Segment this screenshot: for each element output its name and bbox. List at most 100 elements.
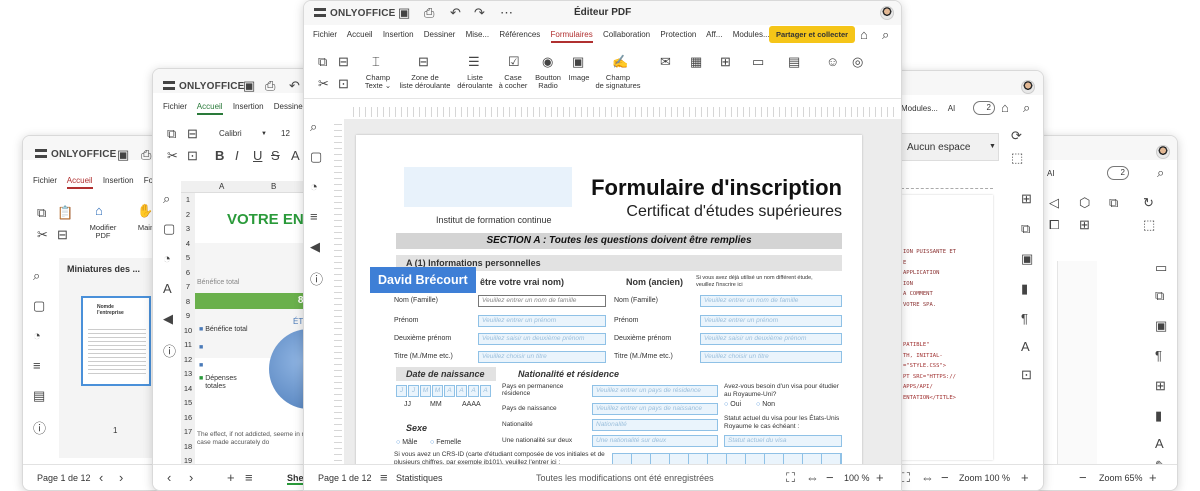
underline-icon[interactable]: U — [253, 149, 262, 162]
shape-icon[interactable]: ⧉ — [1021, 221, 1030, 237]
cut-icon[interactable]: ✂ — [167, 149, 178, 162]
dropdown-list-button[interactable]: Liste déroulante — [452, 74, 498, 90]
font-size-select[interactable]: 12 — [281, 129, 290, 138]
add-sheet-icon[interactable]: + — [227, 471, 235, 484]
chart-icon[interactable]: ▮ — [1021, 281, 1028, 297]
table-icon[interactable]: ⊞ — [1155, 378, 1166, 394]
fit-width-icon[interactable]: ⇔ — [806, 471, 819, 484]
menu-fichier[interactable]: Fichier — [313, 30, 337, 39]
paste-icon[interactable]: 📋 — [57, 206, 73, 219]
redo-icon[interactable]: ↷ — [474, 6, 485, 19]
arrange-icon[interactable]: ⧉ — [1109, 196, 1118, 209]
zoom-in-icon[interactable]: + — [1149, 471, 1157, 484]
spellcheck-icon[interactable]: A — [163, 281, 172, 296]
comments-icon[interactable]: ▢ — [33, 298, 45, 314]
menu-insertion[interactable]: Insertion — [103, 176, 134, 185]
radio-button-icon[interactable]: ◉ — [542, 55, 553, 68]
signature-field-icon[interactable]: ✍ — [612, 55, 628, 68]
old-first-name-input[interactable]: Veuillez entrer un prénom — [700, 315, 842, 327]
select-all-icon[interactable]: ⬚ — [1143, 218, 1155, 231]
menu-insertion[interactable]: Insertion — [233, 102, 264, 111]
zoom-out-icon[interactable]: − — [826, 471, 834, 484]
search-icon[interactable]: ⌕ — [33, 268, 40, 284]
select-icon[interactable]: ◁ — [1049, 196, 1059, 209]
visa-status-input[interactable]: Statut actuel du visa — [724, 435, 842, 447]
paste-icon[interactable]: ⊟ — [187, 127, 198, 140]
open-location-icon[interactable]: ⌂ — [860, 28, 868, 41]
fit-page-icon[interactable]: ⛶ — [786, 471, 795, 484]
search-icon[interactable]: ⌕ — [163, 191, 170, 207]
navigation-icon[interactable]: ≡ — [310, 209, 318, 224]
chart-icon[interactable]: ▮ — [1155, 408, 1162, 424]
mail-merge-icon[interactable]: ⊡ — [1021, 367, 1032, 383]
coeditors-indicator[interactable]: 2 — [1107, 166, 1129, 180]
menu-ai[interactable]: AI — [948, 104, 956, 113]
sex-female-radio[interactable]: ○ Femelle — [430, 439, 461, 446]
menu-dessiner[interactable]: Dessiner — [424, 30, 456, 39]
info-icon[interactable]: ⓘ — [310, 269, 323, 288]
page-indicator[interactable]: Page 1 de 12 — [318, 473, 372, 483]
first-name-input[interactable]: Veuillez entrer un prénom — [478, 315, 606, 327]
prev-sheet-icon[interactable]: ‹ — [167, 471, 171, 484]
thumbnails-icon[interactable]: ▤ — [33, 388, 45, 404]
menu-dessiner[interactable]: Dessiner — [274, 102, 306, 111]
image-icon[interactable]: ▣ — [1021, 251, 1033, 267]
save-icon[interactable]: ▣ — [117, 148, 129, 161]
bold-icon[interactable]: B — [215, 149, 224, 162]
info-icon[interactable]: ⓘ — [33, 418, 46, 437]
date-icon[interactable]: ▦ — [690, 55, 702, 68]
menu-insertion[interactable]: Insertion — [383, 30, 414, 39]
format-painter-icon[interactable]: ⊡ — [338, 77, 349, 90]
chat-icon[interactable]: ◔ — [33, 328, 41, 343]
format-painter-icon[interactable]: ⊡ — [187, 149, 198, 162]
save-icon[interactable]: ▣ — [398, 6, 410, 19]
paragraph-icon[interactable]: ¶ — [1021, 311, 1028, 326]
menu-affichage[interactable]: Aff... — [706, 30, 722, 39]
menu-collaboration[interactable]: Collaboration — [603, 30, 650, 39]
zip-icon[interactable]: ⊞ — [720, 55, 731, 68]
column-header[interactable]: B — [271, 182, 276, 191]
sex-male-radio[interactable]: ○ Mâle — [396, 439, 417, 446]
menu-modules[interactable]: Modules... — [901, 104, 938, 113]
menu-accueil[interactable]: Accueil — [66, 176, 93, 189]
view-form-icon[interactable]: ◎ — [852, 55, 863, 68]
menu-references[interactable]: Références — [499, 30, 540, 39]
zoom-in-icon[interactable]: + — [1021, 471, 1029, 484]
copy-style-icon[interactable]: ⟳ — [1011, 129, 1022, 142]
format-painter-icon[interactable]: ⊟ — [57, 228, 68, 241]
open-location-icon[interactable]: ⌂ — [1001, 101, 1009, 114]
page-indicator[interactable]: Page 1 de 12 — [37, 473, 91, 483]
print-icon[interactable]: ⎙ — [424, 6, 434, 19]
slide-icon[interactable]: ▭ — [1155, 260, 1167, 276]
search-icon[interactable]: ⌕ — [1023, 101, 1030, 114]
credit-card-icon[interactable]: ▭ — [752, 55, 764, 68]
print-icon[interactable]: ⎙ — [141, 148, 151, 161]
radio-button-button[interactable]: Boutton Radio — [530, 74, 566, 90]
search-icon[interactable]: ⌕ — [882, 28, 889, 41]
residence-input[interactable]: Veuillez entrer un pays de résidence — [592, 385, 718, 397]
menu-modules[interactable]: Modules... — [733, 30, 770, 39]
old-last-name-input[interactable]: Veuillez entrer un nom de famille — [700, 295, 842, 307]
more-icon[interactable]: ⋯ — [500, 6, 513, 19]
old-middle-name-input[interactable]: Veuillez saisir un deuxième prénom — [700, 333, 842, 345]
info-icon[interactable]: ⓘ — [163, 341, 176, 360]
menu-formulaires[interactable]: Formulaires — [550, 30, 593, 43]
text-art-icon[interactable]: A — [1155, 436, 1164, 451]
statistics-label[interactable]: Statistiques — [396, 473, 443, 483]
next-page-icon[interactable]: › — [119, 471, 123, 484]
copy-icon[interactable]: ⧉ — [167, 127, 176, 140]
prev-page-icon[interactable]: ‹ — [99, 471, 103, 484]
column-header[interactable]: A — [219, 182, 224, 191]
menu-fichier[interactable]: Fichier — [163, 102, 187, 111]
modify-pdf-icon[interactable]: ⌂ — [95, 204, 103, 217]
birth-country-input[interactable]: Veuillez entrer un pays de naissance — [592, 403, 718, 415]
visa-yes-radio[interactable]: ○ Oui — [724, 401, 741, 408]
email-icon[interactable]: ✉ — [660, 55, 671, 68]
comments-icon[interactable]: ▢ — [310, 149, 322, 165]
select-icon[interactable]: ⬚ — [1011, 151, 1023, 164]
next-sheet-icon[interactable]: › — [189, 471, 193, 484]
image-icon[interactable]: ▣ — [572, 55, 584, 68]
menu-accueil[interactable]: Accueil — [347, 30, 373, 39]
coeditors-indicator[interactable]: 2 — [973, 101, 995, 115]
zoom-label[interactable]: Zoom 65% — [1099, 473, 1143, 483]
